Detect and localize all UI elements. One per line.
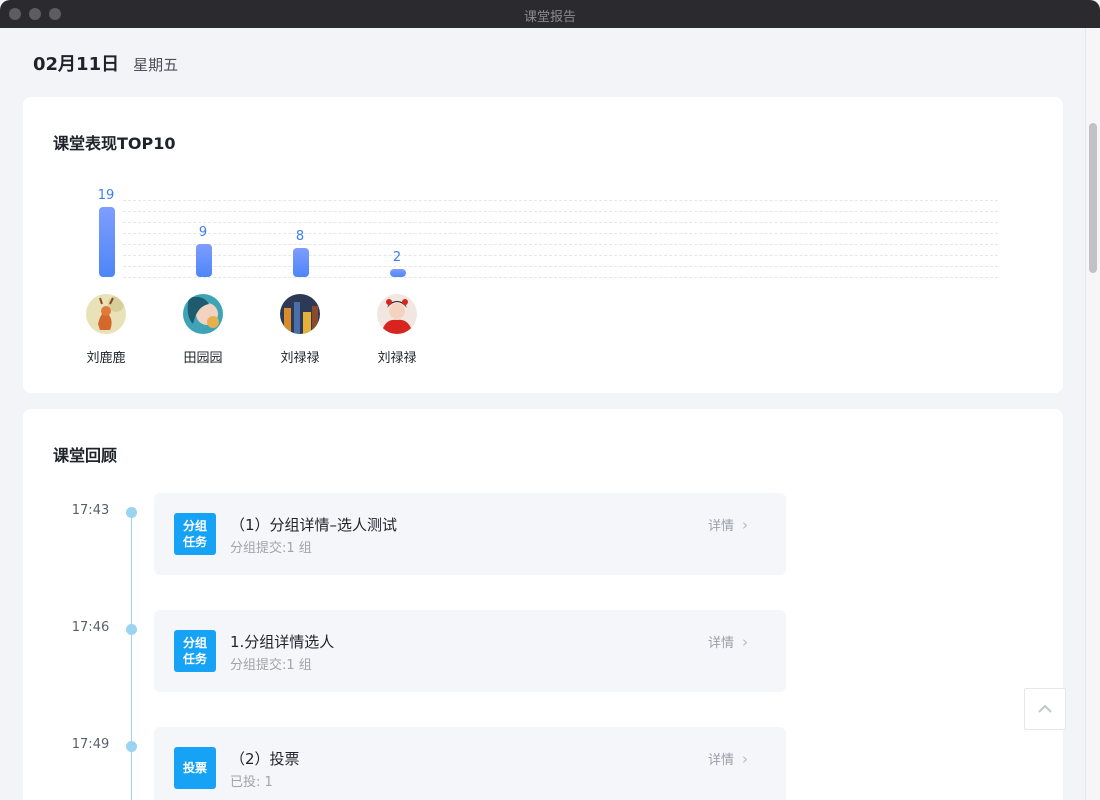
gridline xyxy=(123,211,998,212)
top10-title: 课堂表现TOP10 xyxy=(53,134,176,153)
activity-type-tag: 投票 xyxy=(174,747,216,789)
chart-gridlines xyxy=(123,200,998,280)
chart-column: 8 刘禄禄 xyxy=(260,187,340,366)
timeline-time: 17:43 xyxy=(71,503,110,518)
detail-link[interactable]: 详情 › xyxy=(707,515,748,535)
review-item[interactable]: 分组任务 1.分组详情选人 分组提交:1 组 详情 › xyxy=(154,610,786,692)
chart-column: 19 刘鹿鹿 xyxy=(66,187,146,366)
chart-column: 2 刘禄禄 xyxy=(357,187,437,366)
chevron-right-icon: › xyxy=(742,632,748,651)
gridline xyxy=(123,233,998,234)
review-item-subtitle: 已投: 1 xyxy=(230,775,273,790)
scrollbar-thumb[interactable] xyxy=(1089,123,1097,273)
timeline-dot xyxy=(126,624,137,635)
activity-type-tag: 分组任务 xyxy=(174,513,216,555)
gridline xyxy=(123,200,998,201)
chart-bar xyxy=(293,248,309,277)
timeline-line xyxy=(131,513,132,800)
review-item-subtitle: 分组提交:1 组 xyxy=(230,658,312,673)
chevron-right-icon: › xyxy=(742,749,748,768)
timeline-time: 17:46 xyxy=(71,620,110,635)
vertical-scrollbar[interactable] xyxy=(1085,28,1100,800)
chevron-right-icon: › xyxy=(742,515,748,534)
review-item[interactable]: 分组任务 （1）分组详情–选人测试 分组提交:1 组 详情 › xyxy=(154,493,786,575)
top10-card: 课堂表现TOP10 19 刘鹿鹿 9 田园园 8 刘禄禄 2 刘禄禄 xyxy=(23,97,1063,393)
student-avatar xyxy=(86,294,126,334)
report-content: 02月11日 星期五 课堂表现TOP10 19 刘鹿鹿 9 田园园 8 刘禄禄 2 刘禄禄 课… xyxy=(0,28,1085,800)
gridline xyxy=(123,244,998,245)
student-avatar xyxy=(183,294,223,334)
timeline-dot xyxy=(126,507,137,518)
review-item-subtitle: 分组提交:1 组 xyxy=(230,541,312,556)
student-name: 刘禄禄 xyxy=(377,351,417,366)
class-review-card: 课堂回顾 17:43 分组任务 （1）分组详情–选人测试 分组提交:1 组详情 › 17:… xyxy=(23,409,1063,800)
review-item-title: （1）分组详情–选人测试 xyxy=(230,516,398,534)
student-name: 刘鹿鹿 xyxy=(86,351,126,366)
chart-bar xyxy=(196,244,212,277)
bar-value-label: 9 xyxy=(198,225,208,240)
report-weekday: 星期五 xyxy=(133,56,179,74)
chart-bar xyxy=(390,269,406,277)
activity-type-tag: 分组任务 xyxy=(174,630,216,672)
detail-link[interactable]: 详情 › xyxy=(707,749,748,769)
student-name: 田园园 xyxy=(183,351,223,366)
window-title: 课堂报告 xyxy=(523,10,576,25)
review-item-title: 1.分组详情选人 xyxy=(230,633,335,651)
student-name: 刘禄禄 xyxy=(280,351,320,366)
bar-value-label: 8 xyxy=(295,229,305,244)
bar-value-label: 2 xyxy=(392,250,402,265)
detail-label: 详情 xyxy=(707,636,734,651)
student-avatar xyxy=(280,294,320,334)
review-item-title: （2）投票 xyxy=(230,750,300,768)
review-item[interactable]: 投票 （2）投票已投: 1 详情 › xyxy=(154,727,786,800)
chevron-up-icon xyxy=(1038,704,1052,713)
detail-label: 详情 xyxy=(707,753,734,768)
gridline xyxy=(123,266,998,267)
gridline xyxy=(123,277,998,278)
chart-column: 9 田园园 xyxy=(163,187,243,366)
gridline xyxy=(123,222,998,223)
review-title: 课堂回顾 xyxy=(53,446,118,465)
report-date: 02月11日 xyxy=(33,54,120,75)
detail-link[interactable]: 详情 › xyxy=(707,632,748,652)
gridline xyxy=(123,255,998,256)
date-header: 02月11日 星期五 xyxy=(33,50,178,76)
timeline-time: 17:49 xyxy=(71,737,110,752)
bar-value-label: 19 xyxy=(97,188,115,203)
timeline-dot xyxy=(126,741,137,752)
student-avatar xyxy=(377,294,417,334)
chart-bar xyxy=(99,207,115,277)
detail-label: 详情 xyxy=(707,519,734,534)
back-to-top-button[interactable] xyxy=(1024,688,1066,730)
title-bar: 课堂报告 xyxy=(0,0,1100,28)
